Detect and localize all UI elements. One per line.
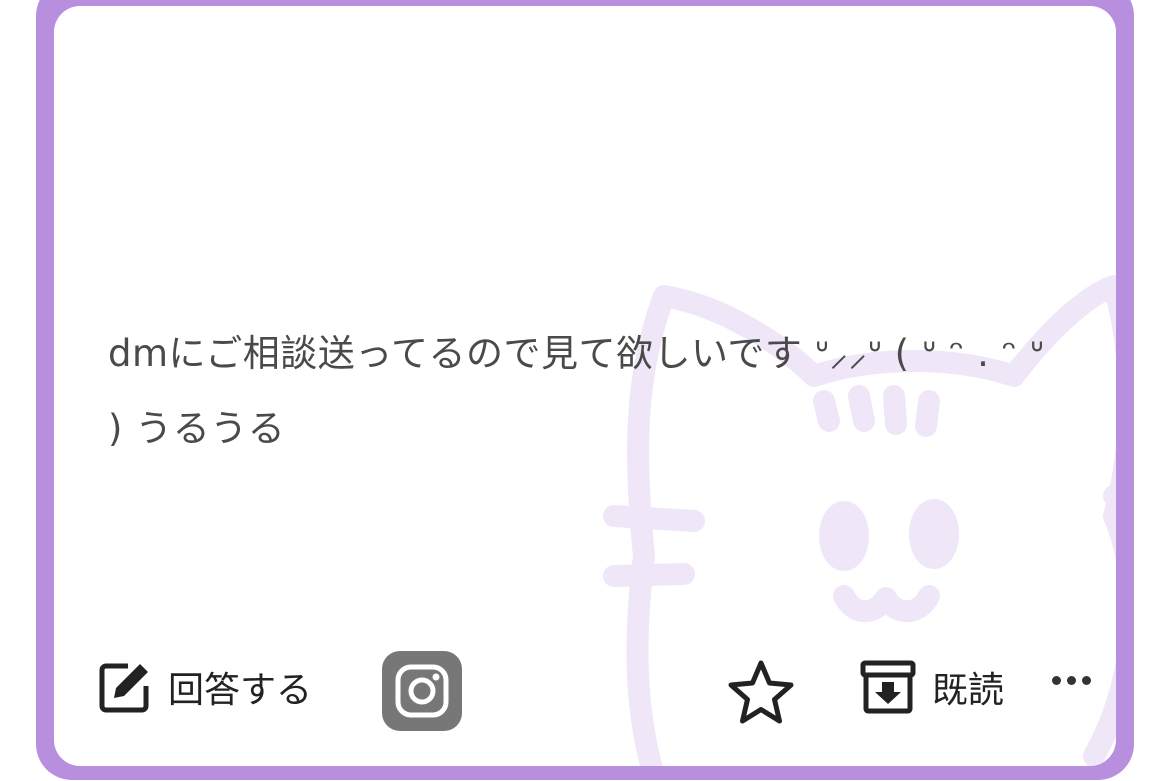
answer-button-label: 回答する (168, 670, 313, 711)
more-horizontal-icon (1052, 676, 1091, 685)
more-options-button[interactable] (1052, 676, 1091, 685)
answer-button[interactable]: 回答する (98, 660, 312, 714)
archive-download-icon (860, 660, 916, 714)
question-text: dmにご相談送ってるので見て欲しいです ᐡ⸝⸝ᐡ ( ᐡ ᵔ . ᵔ ᐡ ) う… (108, 332, 1045, 450)
read-button-label: 既読 (932, 670, 1005, 711)
instagram-share-button[interactable] (382, 651, 462, 731)
question-card: dmにご相談送ってるので見て欲しいです ᐡ⸝⸝ᐡ ( ᐡ ᵔ . ᵔ ᐡ ) う… (54, 6, 1116, 766)
star-icon (728, 660, 794, 724)
instagram-icon (382, 651, 462, 731)
edit-icon (99, 663, 149, 713)
favorite-button[interactable] (726, 658, 796, 726)
action-bar: 回答する 既読 (54, 646, 1116, 736)
mark-read-button[interactable]: 既読 (860, 660, 1004, 714)
